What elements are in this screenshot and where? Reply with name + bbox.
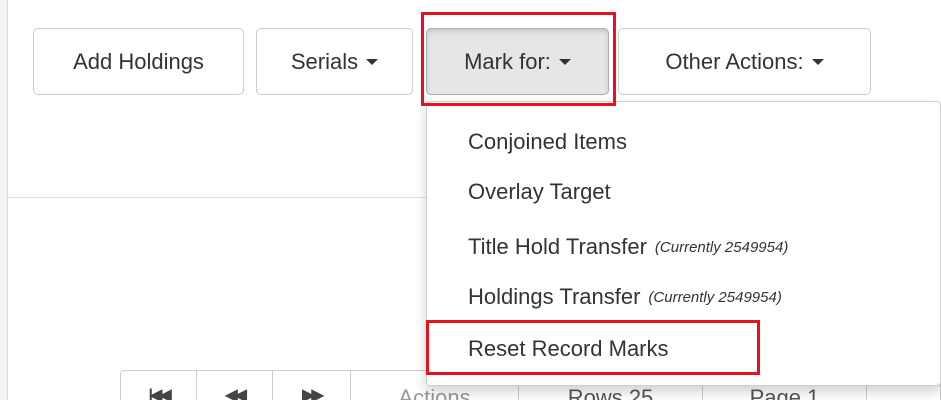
divider: [8, 197, 428, 198]
caret-down-icon: [811, 58, 824, 65]
holdings-view: Add Holdings Serials Mark for: Other Act…: [0, 0, 941, 400]
menu-item-reset-record-marks[interactable]: Reset Record Marks: [428, 324, 939, 374]
next-page-icon: ▶▶: [302, 387, 324, 400]
menu-item-title-hold-transfer[interactable]: Title Hold Transfer (Currently 2549954): [428, 222, 939, 272]
menu-item-label: Holdings Transfer: [468, 284, 641, 309]
menu-item-holdings-transfer[interactable]: Holdings Transfer (Currently 2549954): [428, 272, 939, 322]
previous-page-button[interactable]: ◀◀: [197, 371, 273, 400]
first-page-button[interactable]: |◀◀: [121, 371, 197, 400]
menu-item-label: Reset Record Marks: [468, 336, 669, 361]
mark-for-label: Mark for:: [464, 48, 551, 74]
serials-label: Serials: [290, 48, 359, 74]
serials-dropdown-button[interactable]: Serials: [256, 28, 413, 95]
mark-for-menu: Conjoined Items Overlay Target Title Hol…: [426, 101, 941, 386]
previous-page-icon: ◀◀: [225, 387, 247, 400]
menu-item-conjoined-items[interactable]: Conjoined Items: [428, 117, 939, 167]
menu-item-label: Conjoined Items: [468, 129, 627, 154]
add-holdings-button[interactable]: Add Holdings: [33, 28, 244, 95]
container-edge: [0, 0, 8, 400]
menu-item-note: (Currently 2549954): [648, 288, 782, 306]
caret-down-icon: [558, 58, 571, 65]
add-holdings-label: Add Holdings: [73, 48, 204, 74]
menu-item-label: Overlay Target: [468, 179, 611, 204]
rows-label: Rows 25: [567, 385, 654, 400]
caret-down-icon: [366, 58, 379, 65]
mark-for-dropdown-button[interactable]: Mark for:: [426, 28, 609, 95]
pager-actions-label: Actions: [398, 385, 471, 400]
other-actions-label: Other Actions:: [665, 48, 804, 74]
menu-item-overlay-target[interactable]: Overlay Target: [428, 167, 939, 217]
menu-item-label: Title Hold Transfer: [468, 234, 647, 259]
next-page-button[interactable]: ▶▶: [273, 371, 351, 400]
first-page-icon: |◀◀: [148, 387, 171, 400]
page-label: Page 1: [749, 385, 820, 400]
menu-item-note: (Currently 2549954): [654, 238, 789, 256]
other-actions-dropdown-button[interactable]: Other Actions:: [618, 28, 871, 95]
